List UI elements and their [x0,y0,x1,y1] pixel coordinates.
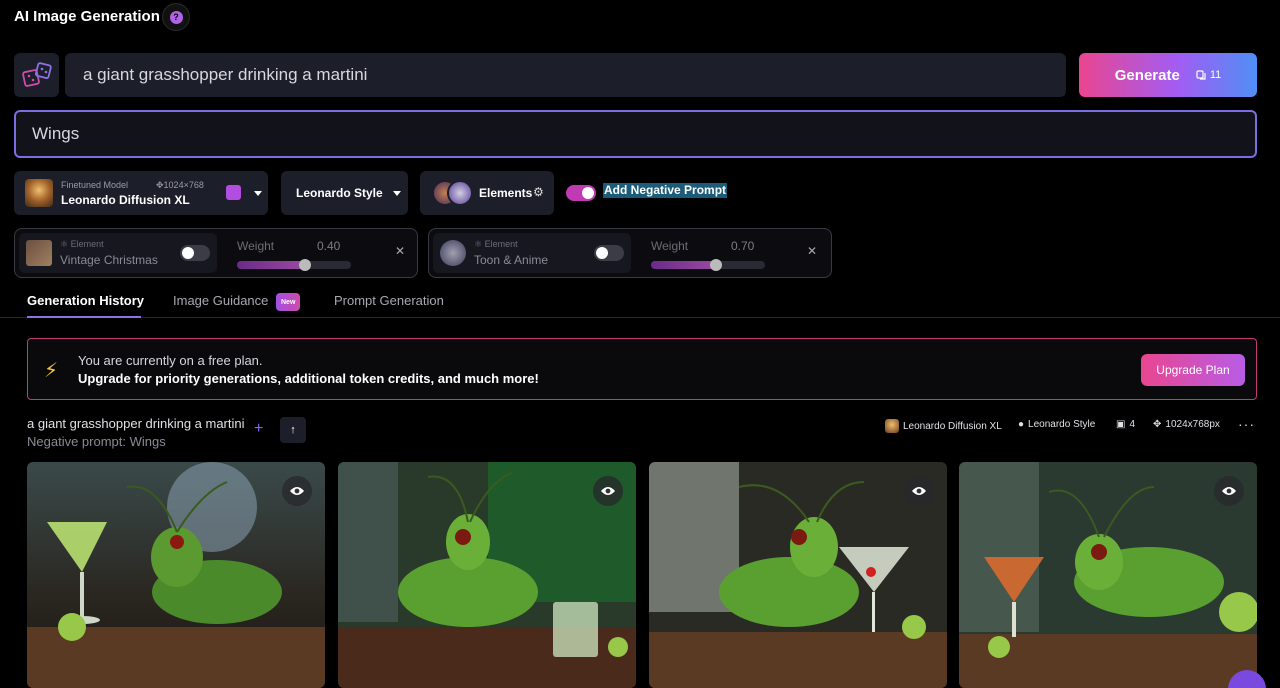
style-label: Leonardo Style [296,186,383,200]
lightning-icon: ⚡ [44,360,59,382]
generation-style: ● Leonardo Style [1018,419,1096,430]
page-title: AI Image Generation [14,8,160,25]
tab-image-guidance[interactable]: Image Guidance [173,293,268,308]
generate-button[interactable]: Generate 11 [1079,53,1257,97]
active-tab-indicator [27,316,141,318]
element-name: Toon & Anime [474,253,549,267]
element-info: ⚛ Element Vintage Christmas [19,233,217,273]
grasshopper-image [649,462,947,688]
prompt-input[interactable] [65,53,1066,97]
negative-prompt-toggle-label: Add Negative Prompt [603,183,728,198]
more-options-icon[interactable]: ··· [1238,416,1255,432]
element-caption: ⚛ Element [60,239,104,249]
element-thumbnail [440,240,466,266]
weight-value: 0.70 [731,239,755,253]
style-select[interactable]: Leonardo Style [281,171,408,215]
random-prompt-button[interactable] [14,53,59,97]
eye-icon[interactable] [282,476,312,506]
chevron-down-icon [254,191,262,196]
images-icon: ▣ [1116,419,1126,430]
generated-image[interactable] [959,462,1257,688]
element-avatar [447,180,473,206]
token-icon [1196,70,1206,80]
element-toggle[interactable] [180,245,210,261]
reuse-prompt-button[interactable]: ↑ [280,417,306,443]
free-plan-banner: ⚡ You are currently on a free plan. Upgr… [27,338,1257,400]
generated-image[interactable] [649,462,947,688]
drop-icon: ● [1018,419,1025,430]
model-info-icon[interactable] [226,185,241,200]
model-resolution: ✥1024×768 [156,180,204,191]
arrow-up-icon: ↑ [290,424,296,436]
model-resolution-value: 1024×768 [163,180,204,190]
grasshopper-image [338,462,636,688]
move-icon: ✥ [1153,419,1162,430]
generated-image[interactable] [338,462,636,688]
generate-label: Generate [1114,66,1180,84]
element-card: ⚛ Element Vintage Christmas Weight 0.40 … [14,228,418,278]
slider-handle[interactable] [710,259,722,271]
weight-label: Weight [237,239,275,253]
banner-message: You are currently on a free plan. [78,353,263,368]
chevron-down-icon [393,191,401,196]
close-icon[interactable]: ✕ [395,244,405,258]
eye-icon[interactable] [904,476,934,506]
token-count: 11 [1196,69,1221,81]
generation-count: ▣ 4 [1116,419,1136,430]
dice-icon [21,62,52,87]
weight-slider[interactable] [651,259,765,271]
grasshopper-image [27,462,325,688]
weight-value: 0.40 [317,239,341,253]
element-info: ⚛ Element Toon & Anime [433,233,631,273]
tabs-divider [0,317,1280,318]
gear-icon[interactable]: ⚙ [533,185,544,199]
tab-generation-history[interactable]: Generation History [27,293,144,308]
token-count-value: 11 [1209,69,1222,81]
generation-model: Leonardo Diffusion XL [885,419,1002,433]
elements-label: Elements [479,186,533,200]
eye-icon[interactable] [593,476,623,506]
element-card: ⚛ Element Toon & Anime Weight 0.70 ✕ [428,228,832,278]
element-name: Vintage Christmas [60,253,158,267]
elements-button[interactable]: Elements ⚙ [420,171,554,215]
slider-handle[interactable] [299,259,311,271]
new-badge: New [276,293,301,311]
tab-prompt-generation[interactable]: Prompt Generation [334,293,444,308]
eye-icon[interactable] [1214,476,1244,506]
generation-size: ✥ 1024x768px [1153,419,1220,430]
weight-label: Weight [651,239,689,253]
model-thumbnail [885,419,899,433]
generated-image[interactable] [27,462,325,688]
question-icon: ? [169,10,183,24]
generation-negative-prompt: Negative prompt: Wings [27,434,166,449]
negative-prompt-toggle[interactable] [566,185,596,201]
element-toggle[interactable] [594,245,624,261]
weight-slider[interactable] [237,259,351,271]
negative-prompt-input[interactable] [14,110,1257,158]
plus-icon[interactable]: + [254,420,263,438]
model-select[interactable]: Finetuned Model ✥1024×768 Leonardo Diffu… [14,171,268,215]
move-icon: ✥ [156,180,164,190]
upgrade-plan-button[interactable]: Upgrade Plan [1141,354,1245,386]
element-caption: ⚛ Element [474,239,518,249]
element-thumbnail [26,240,52,266]
model-caption: Finetuned Model [61,180,129,190]
generation-prompt: a giant grasshopper drinking a martini [27,416,245,431]
model-name: Leonardo Diffusion XL [61,193,190,207]
grasshopper-image [959,462,1257,688]
help-button[interactable]: ? [162,3,190,31]
close-icon[interactable]: ✕ [807,244,817,258]
model-thumbnail [25,179,53,207]
banner-detail: Upgrade for priority generations, additi… [78,371,539,386]
